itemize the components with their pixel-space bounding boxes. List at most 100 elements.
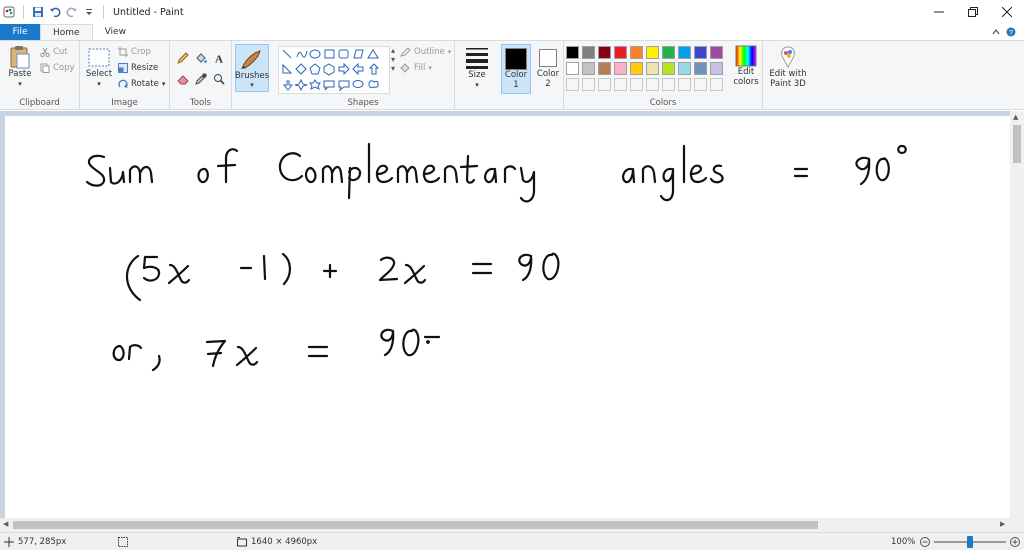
undo-icon[interactable] <box>48 5 62 19</box>
custom-color-slot[interactable] <box>646 78 659 91</box>
scroll-right-icon[interactable]: ▶ <box>1000 520 1005 528</box>
custom-color-slot[interactable] <box>566 78 579 91</box>
palette-swatch[interactable] <box>662 62 675 75</box>
palette-swatch[interactable] <box>630 46 643 59</box>
custom-color-slot[interactable] <box>678 78 691 91</box>
shapes-gallery[interactable] <box>278 46 390 94</box>
palette-swatch[interactable] <box>566 46 579 59</box>
zoom-slider-track[interactable] <box>934 536 1006 548</box>
palette-swatch[interactable] <box>710 46 723 59</box>
select-dropdown-icon[interactable]: ▾ <box>97 79 101 89</box>
crop-button[interactable]: Crop <box>118 47 151 57</box>
outline-dropdown-icon: ▾ <box>447 48 452 56</box>
size-label: Size <box>468 70 486 80</box>
fill-label: Fill <box>414 63 426 73</box>
colors-group: Edit colors Colors <box>563 41 763 109</box>
brushes-button[interactable]: Brushes ▾ <box>235 44 269 92</box>
palette-swatch[interactable] <box>646 46 659 59</box>
ribbon-collapse-icon[interactable] <box>992 28 1000 39</box>
outline-button[interactable]: Outline ▾ <box>400 47 451 57</box>
horizontal-scrollbar[interactable]: ◀ ▶ <box>0 518 1024 532</box>
palette-swatch[interactable] <box>694 62 707 75</box>
color1-swatch <box>505 48 527 70</box>
color1-button[interactable]: Color 1 <box>501 44 531 94</box>
tab-view[interactable]: View <box>93 24 138 40</box>
resize-icon <box>118 63 128 73</box>
palette-swatch[interactable] <box>598 46 611 59</box>
svg-text:A: A <box>215 54 223 65</box>
size-dropdown-icon[interactable]: ▾ <box>475 80 479 90</box>
palette-swatch[interactable] <box>710 62 723 75</box>
edit-colors-button[interactable]: Edit colors <box>731 45 761 87</box>
select-button[interactable]: Select ▾ <box>84 47 114 89</box>
zoom-out-button[interactable] <box>920 533 930 551</box>
palette-swatch[interactable] <box>614 46 627 59</box>
minimize-button[interactable] <box>922 0 956 24</box>
tab-file[interactable]: File <box>0 24 40 40</box>
paste-button[interactable]: Paste ▾ <box>5 45 35 89</box>
zoom-text: 100% <box>891 537 916 547</box>
magnifier-icon[interactable] <box>213 73 225 88</box>
outline-icon <box>400 47 411 57</box>
palette-swatch[interactable] <box>582 46 595 59</box>
zoom-slider-thumb[interactable] <box>967 536 973 548</box>
paste-dropdown-icon[interactable]: ▾ <box>18 79 22 89</box>
palette-swatch[interactable] <box>646 62 659 75</box>
palette-swatch[interactable] <box>678 46 691 59</box>
horizontal-scroll-thumb[interactable] <box>13 521 818 529</box>
palette-swatch[interactable] <box>630 62 643 75</box>
customize-qat-icon[interactable] <box>82 5 96 19</box>
scroll-left-icon[interactable]: ◀ <box>3 520 8 528</box>
tab-home[interactable]: Home <box>40 24 93 40</box>
scroll-up-icon[interactable]: ▲ <box>1013 113 1018 121</box>
selection-icon <box>118 537 128 547</box>
resize-button[interactable]: Resize <box>118 63 158 73</box>
palette-swatch[interactable] <box>662 46 675 59</box>
vertical-scroll-thumb[interactable] <box>1013 125 1021 163</box>
fill-button[interactable]: Fill ▾ <box>400 63 432 73</box>
brushes-dropdown-icon[interactable]: ▾ <box>250 81 254 89</box>
custom-color-slot[interactable] <box>694 78 707 91</box>
rotate-dropdown-icon[interactable]: ▾ <box>162 80 166 88</box>
fill-bucket-icon[interactable] <box>195 52 207 67</box>
zoom-in-button[interactable] <box>1010 533 1020 551</box>
shapes-scroll-icon[interactable]: ▴ ▾ ▾ <box>391 46 395 73</box>
rainbow-palette-icon <box>735 45 757 67</box>
custom-color-slot[interactable] <box>710 78 723 91</box>
text-tool-icon[interactable]: A <box>213 52 225 67</box>
color2-button[interactable]: Color 2 <box>533 44 563 94</box>
drawing-canvas[interactable] <box>5 116 1010 518</box>
palette-swatch[interactable] <box>678 62 691 75</box>
save-icon[interactable] <box>31 5 45 19</box>
palette-swatch[interactable] <box>614 62 627 75</box>
palette-swatch[interactable] <box>694 46 707 59</box>
rotate-button[interactable]: Rotate ▾ <box>118 79 165 89</box>
crop-label: Crop <box>131 47 151 57</box>
vertical-scrollbar[interactable]: ▲ <box>1010 111 1024 518</box>
shapes-icons <box>282 49 380 92</box>
size-button[interactable]: Size ▾ <box>460 46 494 90</box>
redo-icon[interactable] <box>65 5 79 19</box>
cut-button[interactable]: Cut <box>40 47 68 57</box>
paint-app-icon[interactable] <box>2 5 16 19</box>
color2-number: 2 <box>545 79 551 89</box>
copy-button[interactable]: Copy <box>40 63 75 73</box>
custom-color-slot[interactable] <box>630 78 643 91</box>
cut-label: Cut <box>53 47 68 57</box>
custom-color-slot[interactable] <box>582 78 595 91</box>
palette-swatch[interactable] <box>582 62 595 75</box>
svg-text:?: ? <box>1009 30 1013 37</box>
restore-button[interactable] <box>956 0 990 24</box>
eraser-icon[interactable] <box>177 73 189 88</box>
pencil-icon[interactable] <box>177 52 189 67</box>
palette-swatch[interactable] <box>598 62 611 75</box>
close-button[interactable] <box>990 0 1024 24</box>
custom-color-slot[interactable] <box>662 78 675 91</box>
custom-color-slot[interactable] <box>614 78 627 91</box>
palette-swatch[interactable] <box>566 62 579 75</box>
edit-with-paint3d-button[interactable]: Edit with Paint 3D <box>766 45 810 89</box>
help-icon[interactable]: ? <box>1006 27 1016 40</box>
custom-color-slot[interactable] <box>598 78 611 91</box>
color-picker-icon[interactable] <box>195 73 207 88</box>
cursor-position: 577, 285px <box>4 533 66 551</box>
